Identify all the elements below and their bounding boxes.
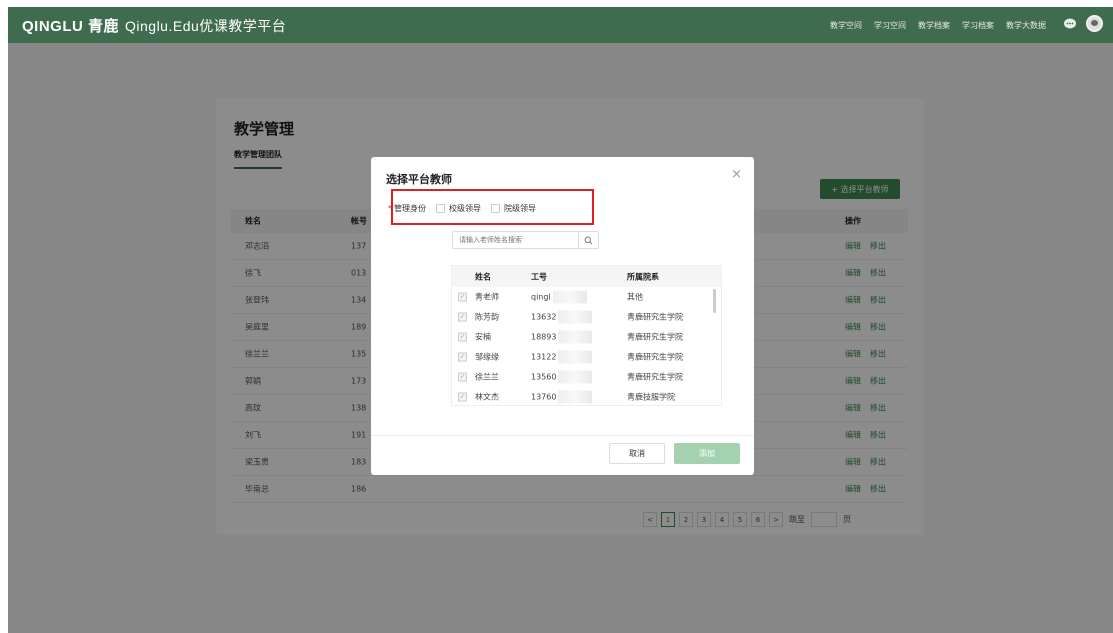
- teacher-row[interactable]: ✓ 邹缘缘 13122 青鹿研究生学院: [452, 347, 721, 367]
- search-button[interactable]: [578, 232, 598, 248]
- row-checkbox[interactable]: ✓: [458, 372, 467, 382]
- teacher-department: 其他: [627, 292, 643, 302]
- teacher-name: 安楠: [475, 332, 491, 342]
- teacher-id: 13122: [531, 350, 593, 364]
- nav-item-teaching-archive[interactable]: 教学档案: [918, 20, 950, 31]
- teacher-row[interactable]: ✓ 青老师 qingl 其他: [452, 287, 721, 307]
- teacher-name: 邹缘缘: [475, 352, 499, 362]
- checkbox[interactable]: [436, 204, 445, 213]
- role-label: 管理身份: [394, 204, 426, 213]
- redacted-block: [558, 330, 593, 344]
- role-option-label: 院级领导: [504, 204, 536, 213]
- close-icon[interactable]: ×: [731, 167, 742, 182]
- column-id: 工号: [531, 272, 547, 281]
- teacher-id-text: qingl: [531, 292, 551, 302]
- teacher-department: 青鹿技服学院: [627, 392, 675, 402]
- logo-subtitle: Qinglu.Edu优课教学平台: [125, 18, 287, 34]
- table-scrollbar[interactable]: [713, 289, 716, 313]
- logo-brand: QINGLU 青鹿: [22, 18, 119, 35]
- column-department: 所属院系: [627, 272, 659, 281]
- teacher-id-text: 13760: [531, 392, 557, 402]
- teacher-search-input[interactable]: [453, 232, 579, 248]
- nav-item-learning-archive[interactable]: 学习档案: [962, 20, 994, 31]
- teacher-id: 13632: [531, 310, 593, 324]
- teacher-id: 13560: [531, 370, 593, 384]
- teacher-id: 18893: [531, 330, 593, 344]
- footer-divider: [371, 435, 754, 436]
- redacted-block: [558, 310, 593, 324]
- required-mark: *: [388, 204, 392, 213]
- teacher-id-text: 13560: [531, 372, 557, 382]
- role-selector: * 管理身份 校级领导 院级领导: [388, 203, 546, 214]
- teacher-name: 林文杰: [475, 392, 499, 402]
- teacher-name: 陈芳韵: [475, 312, 499, 322]
- teacher-row[interactable]: ✓ 徐兰兰 13560 青鹿研究生学院: [452, 367, 721, 387]
- teacher-id-text: 13632: [531, 312, 557, 322]
- teacher-name: 青老师: [475, 292, 499, 302]
- teacher-row[interactable]: ✓ 林文杰 13760 青鹿技服学院: [452, 387, 721, 405]
- cancel-button[interactable]: 取消: [609, 443, 665, 464]
- teacher-row[interactable]: ✓ 陈芳韵 13632 青鹿研究生学院: [452, 307, 721, 327]
- row-checkbox[interactable]: ✓: [458, 392, 467, 402]
- row-checkbox[interactable]: ✓: [458, 332, 467, 342]
- chat-icon[interactable]: [1063, 17, 1077, 31]
- row-checkbox[interactable]: ✓: [458, 312, 467, 322]
- teacher-department: 青鹿研究生学院: [627, 312, 683, 322]
- row-checkbox[interactable]: ✓: [458, 352, 467, 362]
- teacher-id-text: 13122: [531, 352, 557, 362]
- nav-item-learning-space[interactable]: 学习空间: [874, 20, 906, 31]
- nav-item-teaching-bigdata[interactable]: 教学大数据: [1006, 20, 1046, 31]
- teacher-department: 青鹿研究生学院: [627, 352, 683, 362]
- app-logo[interactable]: QINGLU 青鹿 Qinglu.Edu优课教学平台: [22, 15, 286, 36]
- teacher-id: 13760: [531, 390, 593, 404]
- role-option-label: 校级领导: [449, 204, 481, 213]
- nav-item-teaching-space[interactable]: 教学空间: [830, 20, 862, 31]
- search-icon: [584, 236, 593, 244]
- teacher-row[interactable]: ✓ 安楠 18893 青鹿研究生学院: [452, 327, 721, 347]
- main-nav: 教学空间 学习空间 教学档案 学习档案 教学大数据: [830, 20, 1046, 31]
- teacher-name: 徐兰兰: [475, 372, 499, 382]
- dialog-title: 选择平台教师: [386, 173, 452, 186]
- role-option-school-leader[interactable]: 校级领导: [436, 203, 481, 214]
- teacher-department: 青鹿研究生学院: [627, 372, 683, 382]
- checkbox[interactable]: [491, 204, 500, 213]
- column-name: 姓名: [475, 272, 491, 281]
- redacted-block: [552, 290, 587, 304]
- teacher-id: qingl: [531, 290, 587, 304]
- add-button[interactable]: 添加: [674, 443, 740, 464]
- redacted-block: [558, 370, 593, 384]
- top-navigation-bar: QINGLU 青鹿 Qinglu.Edu优课教学平台 教学空间 学习空间 教学档案…: [8, 7, 1113, 43]
- teacher-department: 青鹿研究生学院: [627, 332, 683, 342]
- teacher-table-header: 姓名 工号 所属院系: [452, 266, 721, 287]
- redacted-block: [558, 390, 593, 404]
- row-checkbox[interactable]: ✓: [458, 292, 467, 302]
- teacher-search: [452, 231, 599, 249]
- teacher-table: 姓名 工号 所属院系 ✓ 青老师 qingl 其他 ✓ 陈芳韵 13632 青鹿研究生学院 ✓ 安…: [451, 265, 722, 406]
- role-option-college-leader[interactable]: 院级领导: [491, 203, 536, 214]
- user-avatar[interactable]: [1086, 15, 1103, 32]
- redacted-block: [558, 350, 593, 364]
- teacher-id-text: 18893: [531, 332, 557, 342]
- select-teacher-dialog: 选择平台教师 × * 管理身份 校级领导 院级领导 姓名 工号 所属院系 ✓ 青老…: [371, 157, 754, 475]
